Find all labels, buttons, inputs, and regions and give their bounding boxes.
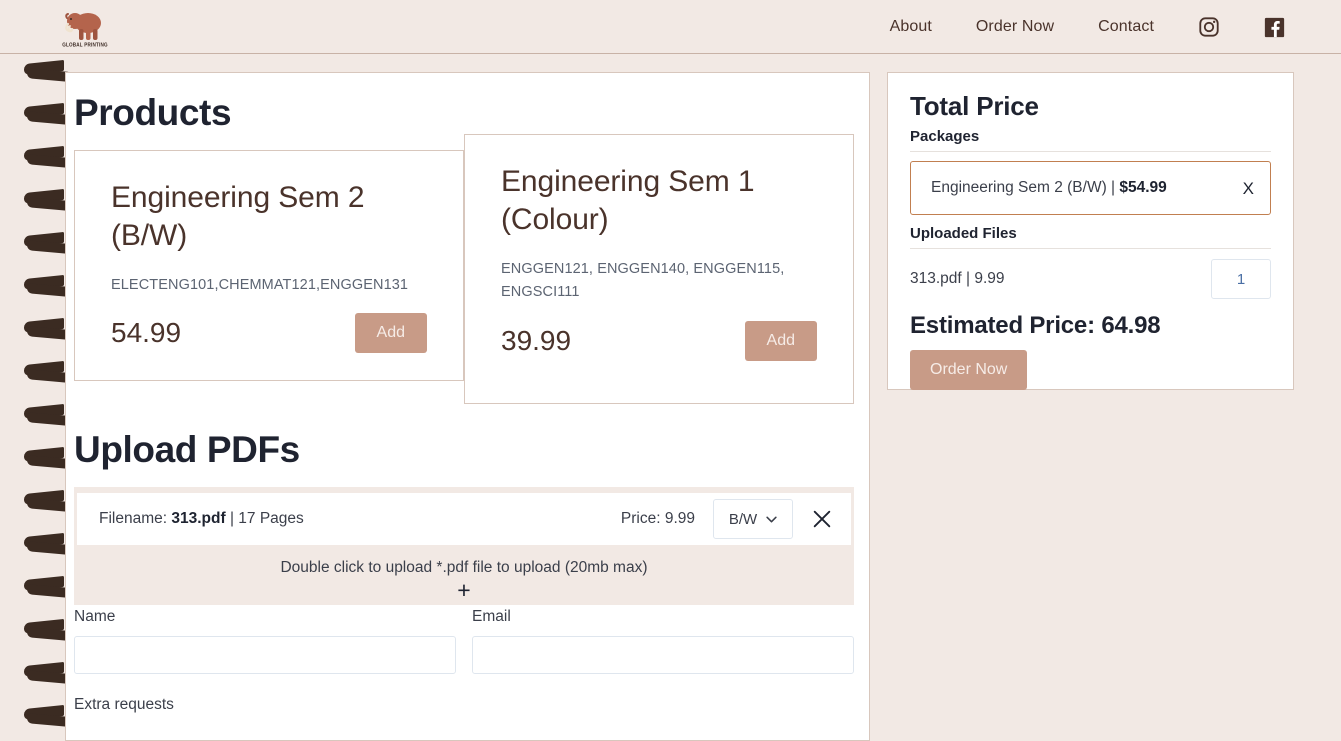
package-name: Engineering Sem 2 (B/W) | bbox=[931, 179, 1120, 196]
product-courses: ELECTENG101,CHEMMAT121,ENGGEN131 bbox=[111, 276, 409, 293]
quantity-input[interactable] bbox=[1211, 259, 1271, 299]
mammoth-logo-icon bbox=[65, 13, 101, 40]
facebook-icon bbox=[1264, 17, 1285, 37]
remove-package-button[interactable]: X bbox=[1243, 180, 1254, 197]
main-nav: About Order Now Contact bbox=[868, 0, 1307, 54]
email-label: Email bbox=[472, 608, 511, 625]
package-line-item: Engineering Sem 2 (B/W) | $54.99 X bbox=[910, 161, 1271, 215]
product-title: Engineering Sem 1 (Colour) bbox=[501, 165, 755, 237]
add-to-cart-button[interactable]: Add bbox=[744, 320, 817, 361]
instagram-link[interactable] bbox=[1176, 16, 1242, 38]
packages-heading: Packages bbox=[910, 128, 1271, 152]
order-now-button[interactable]: Order Now bbox=[910, 350, 1028, 390]
nav-item-order-now[interactable]: Order Now bbox=[954, 18, 1076, 36]
uploaded-file-name: Filename: 313.pdf | 17 Pages bbox=[99, 510, 304, 528]
print-mode-value: B/W bbox=[728, 510, 758, 528]
uploaded-file-label: 313.pdf | 9.99 bbox=[910, 270, 1005, 287]
product-price: 54.99 bbox=[111, 317, 182, 349]
product-card[interactable]: Engineering Sem 2 (B/W) ELECTENG101,CHEM… bbox=[74, 150, 464, 381]
uploaded-files-heading: Uploaded Files bbox=[910, 225, 1271, 249]
total-price-heading: Total Price bbox=[910, 91, 1039, 121]
uploaded-file-row: Filename: 313.pdf | 17 Pages Price: 9.99… bbox=[77, 493, 851, 545]
main-content-panel: Products Engineering Sem 2 (B/W) ELECTEN… bbox=[65, 72, 870, 741]
package-label: Engineering Sem 2 (B/W) | $54.99 bbox=[931, 179, 1167, 197]
package-price: $54.99 bbox=[1119, 179, 1167, 196]
estimated-price: Estimated Price: 64.98 bbox=[910, 312, 1161, 339]
spiral-binding-decoration bbox=[0, 54, 72, 741]
chevron-down-icon bbox=[766, 516, 777, 522]
name-input[interactable] bbox=[74, 636, 456, 674]
facebook-link[interactable] bbox=[1242, 17, 1307, 38]
product-price: 39.99 bbox=[501, 324, 572, 356]
print-mode-select[interactable]: B/W bbox=[713, 499, 793, 539]
product-courses: ENGGEN121, ENGGEN140, ENGGEN115, ENGSCI1… bbox=[501, 260, 785, 301]
name-label: Name bbox=[74, 608, 116, 625]
filename-value: 313.pdf bbox=[171, 510, 226, 527]
logo[interactable]: GLOBAL PRINTING bbox=[58, 4, 112, 52]
uploaded-file-summary: 313.pdf | 9.99 bbox=[910, 258, 1271, 300]
product-title: Engineering Sem 2 (B/W) bbox=[111, 181, 365, 253]
logo-wordmark: GLOBAL PRINTING bbox=[62, 41, 108, 48]
upload-dropzone[interactable]: Filename: 313.pdf | 17 Pages Price: 9.99… bbox=[74, 487, 854, 605]
file-price: Price: 9.99 bbox=[620, 510, 695, 527]
extra-requests-label: Extra requests bbox=[74, 696, 174, 713]
total-price-panel: Total Price Packages Engineering Sem 2 (… bbox=[887, 72, 1294, 390]
nav-item-contact[interactable]: Contact bbox=[1076, 18, 1176, 36]
filename-prefix: Filename: bbox=[99, 510, 172, 527]
add-file-plus-icon[interactable]: + bbox=[74, 579, 854, 602]
product-card[interactable]: Engineering Sem 1 (Colour) ENGGEN121, EN… bbox=[464, 134, 854, 404]
email-input[interactable] bbox=[472, 636, 854, 674]
instagram-icon bbox=[1199, 17, 1219, 37]
close-icon bbox=[813, 510, 831, 528]
filename-pages: | 17 Pages bbox=[225, 510, 304, 527]
dropzone-hint: Double click to upload *.pdf file to upl… bbox=[280, 559, 648, 576]
nav-item-about[interactable]: About bbox=[868, 18, 954, 36]
add-to-cart-button[interactable]: Add bbox=[354, 313, 427, 354]
products-heading: Products bbox=[74, 92, 232, 133]
upload-heading: Upload PDFs bbox=[74, 429, 300, 470]
site-header: GLOBAL PRINTING About Order Now Contact bbox=[0, 0, 1341, 54]
remove-file-button[interactable] bbox=[793, 508, 851, 530]
